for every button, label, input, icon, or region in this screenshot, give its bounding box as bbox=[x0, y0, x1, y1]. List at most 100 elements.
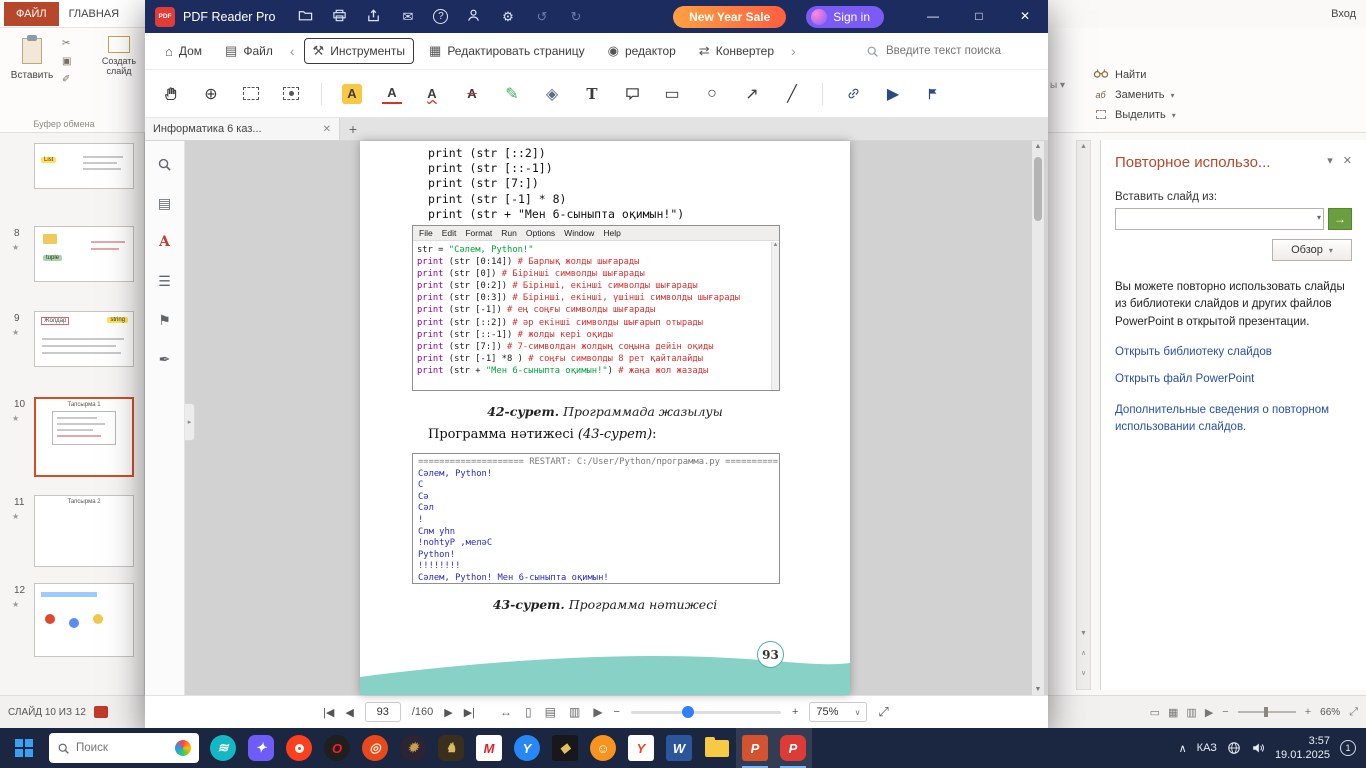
scroll-down-icon[interactable]: ▼ bbox=[1032, 686, 1044, 693]
ellipse-shape-icon[interactable]: ○ bbox=[702, 84, 722, 104]
replace-button[interactable]: абЗаменить▾ bbox=[1092, 89, 1176, 101]
search-input[interactable] bbox=[886, 45, 1036, 57]
taskbar-pdf-reader-icon[interactable]: P bbox=[774, 728, 812, 768]
scroll-up-icon[interactable]: ▲ bbox=[1032, 143, 1044, 150]
taskbar-mail-app-icon[interactable]: М bbox=[470, 728, 508, 768]
maximize-button[interactable]: □ bbox=[956, 0, 1002, 33]
pin-flag-icon[interactable] bbox=[923, 84, 943, 104]
zoom-out-button[interactable]: − bbox=[1222, 706, 1228, 718]
taskbar-word-icon[interactable]: W bbox=[660, 728, 698, 768]
idle-menu-item[interactable]: Edit bbox=[442, 228, 457, 238]
browse-button[interactable]: Обзор ▾ bbox=[1272, 239, 1352, 261]
settings-icon[interactable]: ⚙ bbox=[499, 8, 516, 25]
page-number-input[interactable] bbox=[365, 702, 401, 722]
idle-menu-item[interactable]: Window bbox=[564, 228, 594, 238]
ppt-signin-link[interactable]: Вход bbox=[1331, 8, 1356, 20]
new-slide-button[interactable]: Создать слайд bbox=[94, 36, 144, 76]
zoom-slider-thumb[interactable] bbox=[1264, 707, 1268, 717]
zoom-slider-thumb[interactable] bbox=[682, 706, 694, 718]
idle-menu-item[interactable]: Run bbox=[501, 228, 517, 238]
single-page-icon[interactable]: ▯ bbox=[525, 705, 532, 719]
two-page-view-icon[interactable]: ▥ bbox=[569, 705, 580, 719]
taskbar-media-app-icon[interactable]: ≋ bbox=[204, 728, 242, 768]
notification-badge[interactable]: 1 bbox=[1340, 740, 1356, 756]
learn-more-link[interactable]: Дополнительные сведения о повторном испо… bbox=[1115, 402, 1352, 437]
presentation-mode-icon[interactable]: ▶ bbox=[593, 705, 602, 719]
slide-thumbnail[interactable]: Тапсырма 2 bbox=[34, 495, 134, 567]
document-tab[interactable]: Информатика 6 каз... ✕ bbox=[145, 118, 340, 140]
taskbar-game-icon-3[interactable]: ◆ bbox=[546, 728, 584, 768]
clock[interactable]: 3:57 19.01.2025 bbox=[1275, 734, 1330, 763]
nav-converter[interactable]: ⇄Конвертер bbox=[691, 39, 782, 63]
previous-slide-icon[interactable]: ∧ bbox=[1077, 649, 1090, 657]
hidden-icons-chevron[interactable]: ∧ bbox=[1179, 742, 1187, 755]
fit-slide-icon[interactable]: ⤢ bbox=[1349, 706, 1358, 719]
taskbar-messenger-app-icon[interactable]: ✦ bbox=[242, 728, 280, 768]
copy-icon[interactable]: ▣ bbox=[62, 56, 71, 67]
taskbar-ok-app-icon[interactable]: ☺ bbox=[584, 728, 622, 768]
redo-icon[interactable]: ↻ bbox=[567, 8, 584, 25]
nav-home[interactable]: ⌂Дом bbox=[157, 40, 210, 63]
nav-scroll-right[interactable]: › bbox=[789, 39, 798, 63]
pane-close-icon[interactable]: ✕ bbox=[1343, 154, 1352, 167]
underline-text-icon[interactable]: А bbox=[382, 84, 402, 104]
slide-thumbnail[interactable]: tuple bbox=[34, 226, 134, 282]
pdf-scrollbar[interactable]: ▲ ▼ bbox=[1032, 141, 1044, 695]
scroll-up-icon[interactable]: ▲ bbox=[1077, 143, 1090, 150]
next-slide-icon[interactable]: ∨ bbox=[1077, 669, 1090, 677]
continuous-scroll-icon[interactable]: ▤ bbox=[545, 705, 556, 719]
eraser-icon[interactable]: ◈ bbox=[542, 84, 562, 104]
zoom-tool-icon[interactable]: ⊕ bbox=[201, 84, 221, 104]
new-tab-button[interactable]: + bbox=[340, 118, 366, 140]
combo-caret-icon[interactable]: ▾ bbox=[1317, 213, 1321, 222]
help-icon[interactable]: ? bbox=[433, 9, 448, 24]
search-panel-icon[interactable] bbox=[156, 155, 174, 173]
slideshow-icon[interactable]: ▶ bbox=[1205, 706, 1213, 719]
pane-menu-caret-icon[interactable]: ▾ bbox=[1327, 154, 1333, 167]
play-annotation-icon[interactable]: ▶ bbox=[883, 84, 903, 104]
taskbar-folder-icon[interactable] bbox=[698, 728, 736, 768]
highlight-text-icon[interactable]: А bbox=[342, 84, 362, 104]
hand-tool-icon[interactable] bbox=[161, 84, 181, 104]
bookmarks-panel-icon[interactable]: ⚑ bbox=[156, 311, 174, 329]
language-indicator[interactable]: КАЗ bbox=[1197, 742, 1217, 754]
start-button[interactable] bbox=[4, 728, 44, 768]
next-page-button[interactable]: ▶ bbox=[444, 706, 452, 719]
network-icon[interactable] bbox=[1227, 741, 1241, 755]
squiggly-underline-icon[interactable]: А bbox=[422, 84, 442, 104]
annotations-panel-icon[interactable]: А bbox=[156, 233, 174, 251]
taskbar-search-input[interactable] bbox=[76, 742, 146, 754]
idle-menu-item[interactable]: Help bbox=[603, 228, 620, 238]
scroll-down-icon[interactable]: ▼ bbox=[1077, 630, 1090, 637]
print-icon[interactable] bbox=[331, 8, 348, 25]
taskbar-opera-icon[interactable]: O bbox=[318, 728, 356, 768]
slide-sorter-icon[interactable]: ▦ bbox=[1168, 706, 1178, 719]
thumbnails-panel-icon[interactable]: ▤ bbox=[156, 194, 174, 212]
arrow-shape-icon[interactable]: ↗ bbox=[742, 84, 762, 104]
spellcheck-icon[interactable] bbox=[94, 706, 108, 718]
zoom-in-button[interactable]: + bbox=[1305, 706, 1311, 718]
ppt-file-tab[interactable]: ФАЙЛ bbox=[4, 2, 59, 26]
taskbar-browser-icon[interactable]: ◎ bbox=[356, 728, 394, 768]
minimize-button[interactable]: — bbox=[910, 0, 956, 33]
text-box-icon[interactable]: Т bbox=[582, 84, 602, 104]
share-icon[interactable] bbox=[365, 8, 382, 25]
strikeout-text-icon[interactable]: А bbox=[462, 84, 482, 104]
rectangle-shape-icon[interactable]: ▭ bbox=[662, 84, 682, 104]
first-page-button[interactable]: |◀ bbox=[323, 706, 334, 719]
mail-icon[interactable]: ✉ bbox=[399, 8, 416, 25]
idle-menu-item[interactable]: Options bbox=[526, 228, 555, 238]
normal-view-icon[interactable]: ▭ bbox=[1150, 706, 1160, 719]
format-painter-icon[interactable]: ✐ bbox=[62, 74, 71, 85]
nav-scroll-left[interactable]: ‹ bbox=[288, 39, 297, 63]
taskbar-powerpoint-icon[interactable]: P bbox=[736, 728, 774, 768]
sign-in-button[interactable]: Sign in bbox=[806, 6, 884, 28]
find-button[interactable]: Найти bbox=[1092, 68, 1176, 81]
open-slide-library-link[interactable]: Открыть библиотеку слайдов bbox=[1115, 346, 1352, 358]
scrollbar-thumb[interactable] bbox=[1034, 157, 1042, 221]
zoom-in-button[interactable]: + bbox=[792, 706, 798, 718]
select-area-icon[interactable] bbox=[241, 84, 261, 104]
search-user-icon[interactable] bbox=[465, 8, 482, 25]
comment-icon[interactable] bbox=[622, 84, 642, 104]
tab-close-icon[interactable]: ✕ bbox=[323, 124, 331, 135]
